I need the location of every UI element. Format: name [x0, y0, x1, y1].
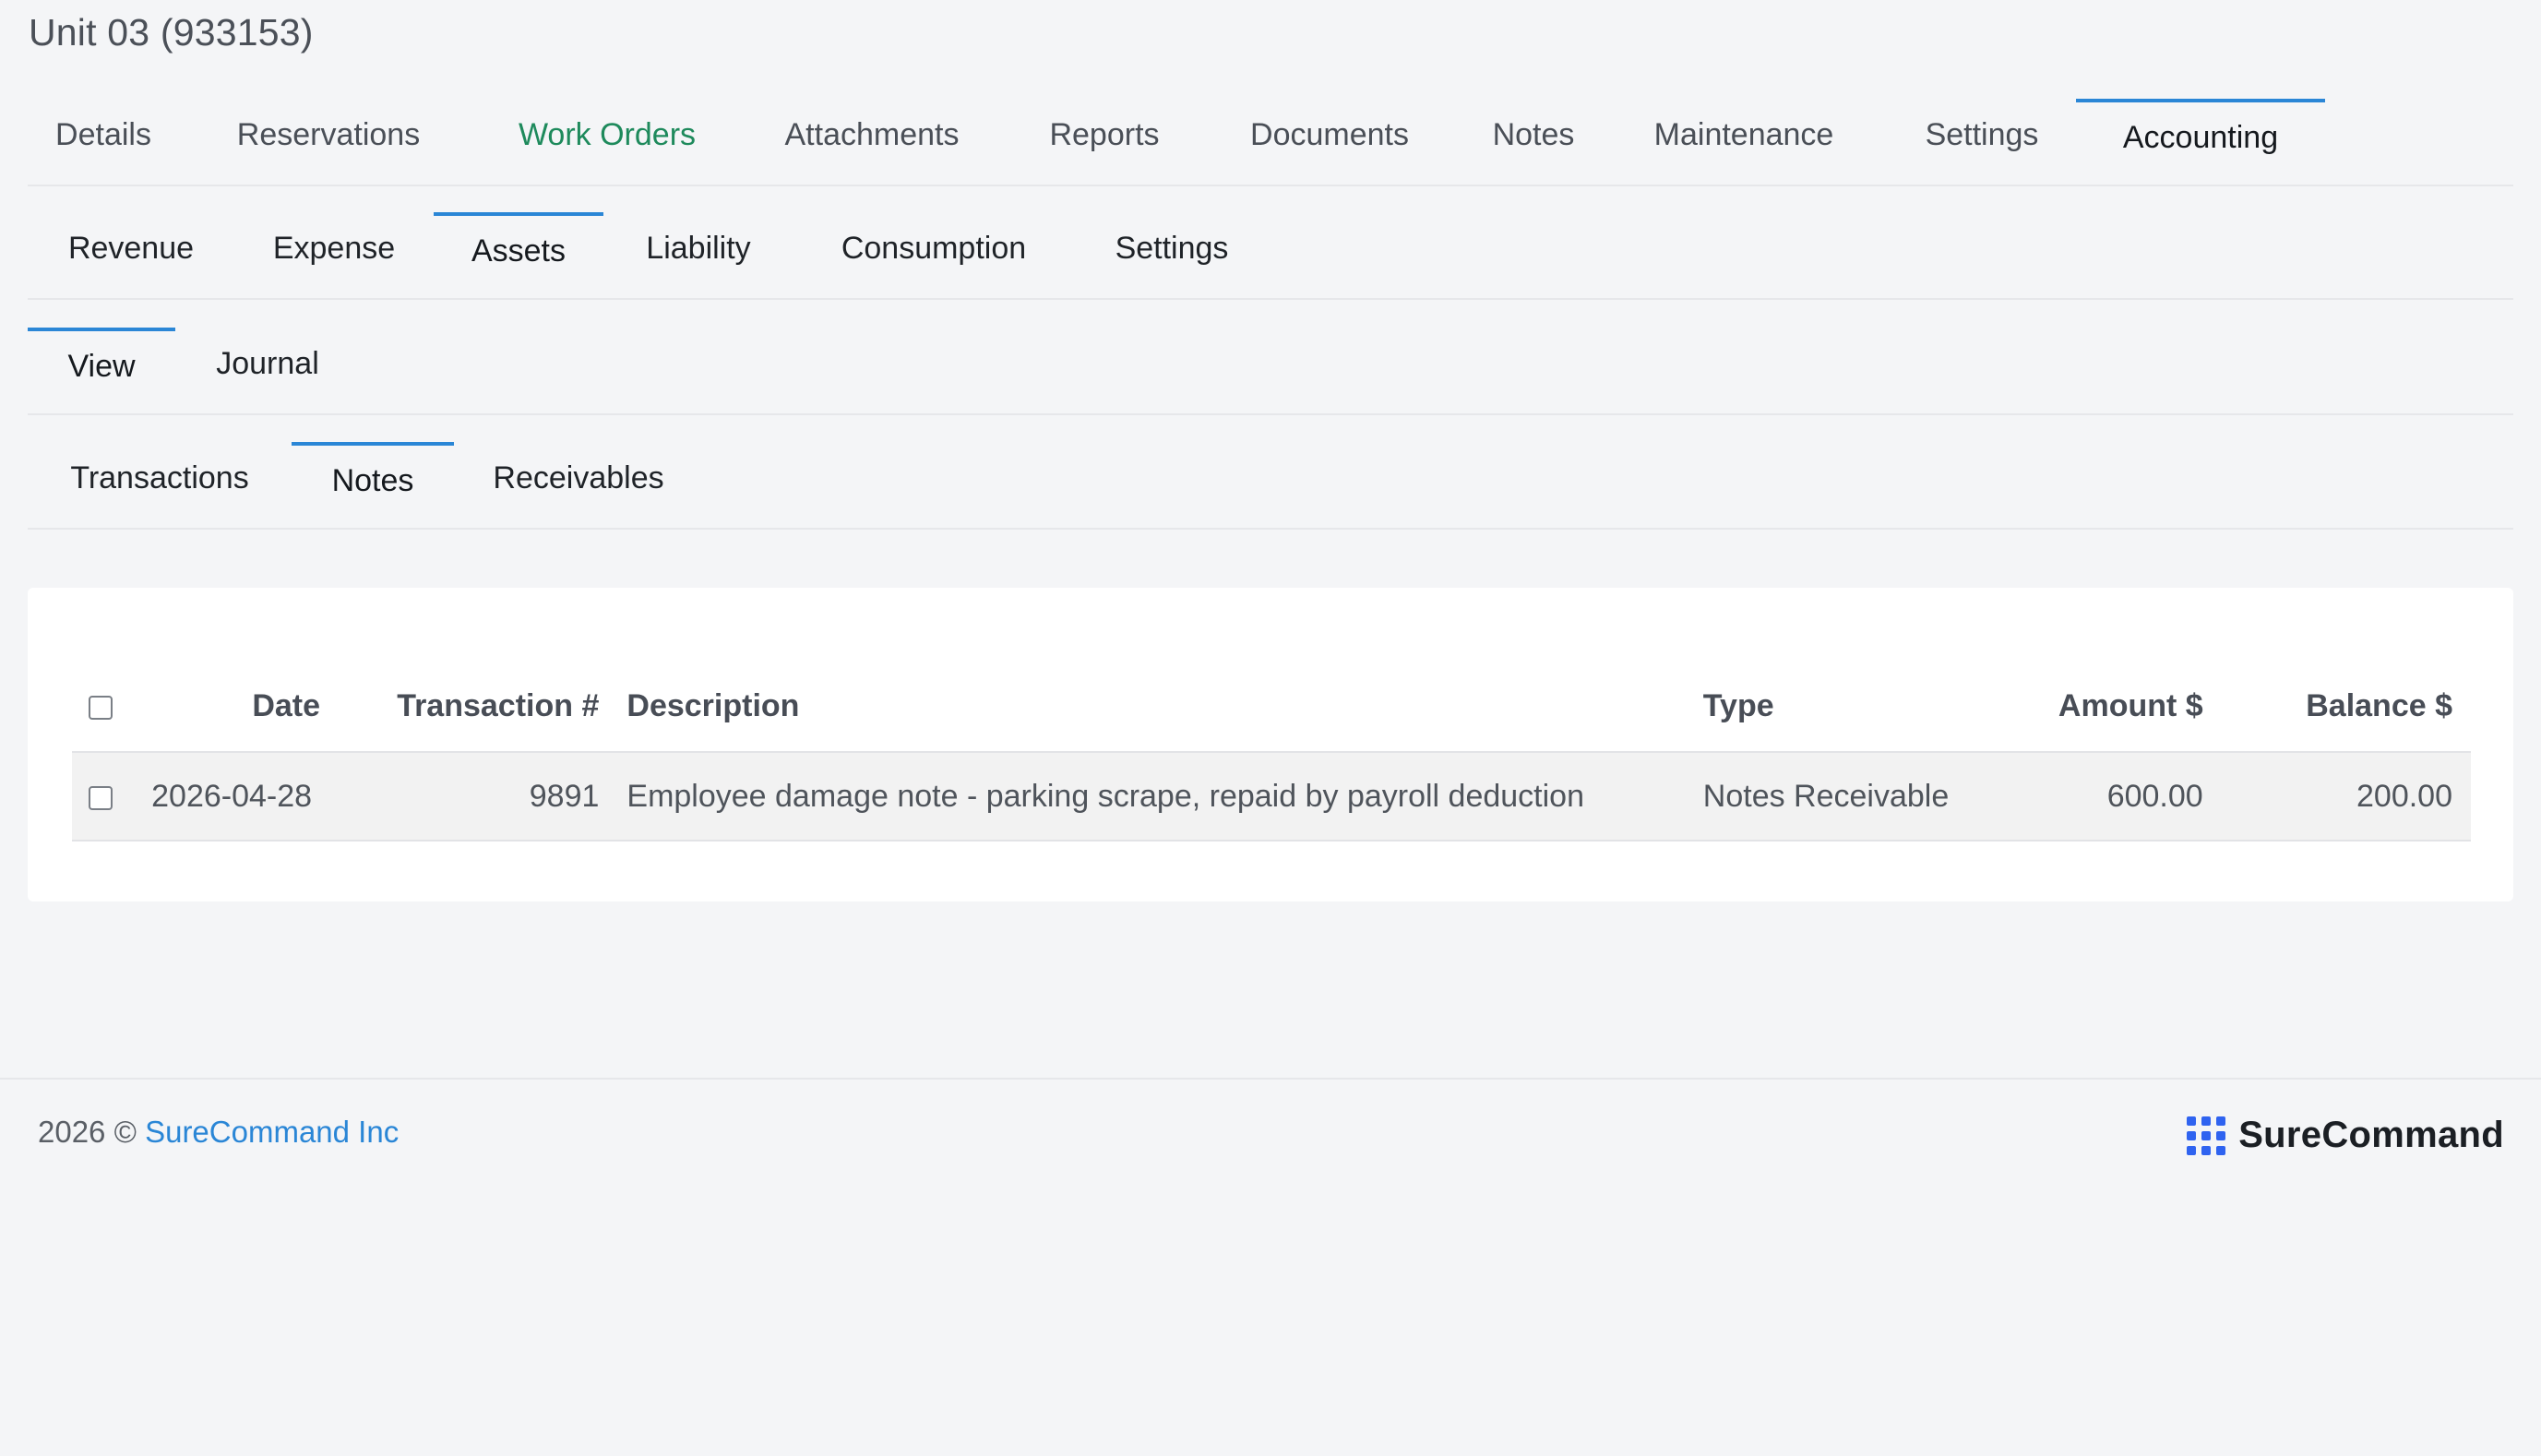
cell-description: Employee damage note - parking scrape, r…	[617, 752, 1685, 841]
page-title: Unit 03 (933153)	[29, 11, 314, 54]
row-select-cell	[72, 752, 130, 841]
brand-name: SureCommand	[2238, 1115, 2504, 1155]
tab-view[interactable]: View	[28, 314, 175, 413]
tab-settings[interactable]: Settings	[1914, 85, 2050, 185]
brand-logo: SureCommand	[2187, 1115, 2504, 1156]
header-amount[interactable]: Amount $	[1981, 662, 2203, 753]
accounting-tabs: Revenue Expense Assets Liability Consump…	[28, 198, 2513, 300]
tab-notes[interactable]: Notes	[1485, 85, 1581, 185]
tab-attachments[interactable]: Attachments	[771, 85, 972, 185]
tab-liability[interactable]: Liability	[640, 198, 757, 298]
assets-tabs: View Journal	[28, 314, 2513, 415]
footer-divider	[0, 1078, 2541, 1080]
select-all-checkbox[interactable]	[89, 696, 113, 721]
cell-amount: 600.00	[1981, 752, 2203, 841]
notes-card: Date Transaction # Description Type Amou…	[28, 588, 2513, 901]
notes-table: Date Transaction # Description Type Amou…	[72, 662, 2471, 841]
tab-details[interactable]: Details	[55, 85, 151, 185]
cell-transaction: 9891	[331, 752, 618, 841]
cell-date: 2026-04-28	[129, 752, 332, 841]
tab-notes-view[interactable]: Notes	[292, 428, 454, 528]
company-link[interactable]: SureCommand Inc	[145, 1115, 399, 1149]
view-tabs: Transactions Notes Receivables	[28, 428, 2513, 530]
table-row[interactable]: 2026-04-28 9891 Employee damage note - p…	[72, 752, 2471, 841]
tab-work-orders[interactable]: Work Orders	[504, 85, 710, 185]
tab-assets[interactable]: Assets	[434, 198, 603, 298]
tab-revenue[interactable]: Revenue	[65, 198, 197, 298]
tab-consumption[interactable]: Consumption	[830, 198, 1037, 298]
cell-type: Notes Receivable	[1684, 752, 1982, 841]
grid-logo-icon	[2187, 1116, 2226, 1155]
tab-journal[interactable]: Journal	[209, 314, 327, 413]
tab-accounting-settings[interactable]: Settings	[1109, 198, 1235, 298]
tab-reservations[interactable]: Reservations	[231, 85, 426, 185]
tab-receivables[interactable]: Receivables	[489, 428, 668, 528]
tab-accounting[interactable]: Accounting	[2076, 85, 2325, 185]
tab-transactions[interactable]: Transactions	[65, 428, 255, 528]
page: Unit 03 (933153) Details Reservations Wo…	[0, 0, 2541, 1456]
header-transaction[interactable]: Transaction #	[331, 662, 618, 753]
tab-maintenance[interactable]: Maintenance	[1642, 85, 1845, 185]
tab-expense[interactable]: Expense	[269, 198, 399, 298]
tab-documents[interactable]: Documents	[1236, 85, 1423, 185]
header-date[interactable]: Date	[129, 662, 332, 753]
footer-copyright: 2026 © SureCommand Inc	[38, 1115, 399, 1150]
tab-reports[interactable]: Reports	[1043, 85, 1166, 185]
header-balance[interactable]: Balance $	[2202, 662, 2471, 753]
header-description[interactable]: Description	[617, 662, 1685, 753]
copyright-text: 2026 ©	[38, 1115, 137, 1149]
table-header-row: Date Transaction # Description Type Amou…	[72, 662, 2471, 753]
cell-balance: 200.00	[2202, 752, 2471, 841]
header-type[interactable]: Type	[1684, 662, 1982, 753]
select-all-cell	[72, 662, 130, 753]
row-checkbox[interactable]	[89, 785, 113, 810]
main-tabs: Details Reservations Work Orders Attachm…	[28, 85, 2513, 186]
